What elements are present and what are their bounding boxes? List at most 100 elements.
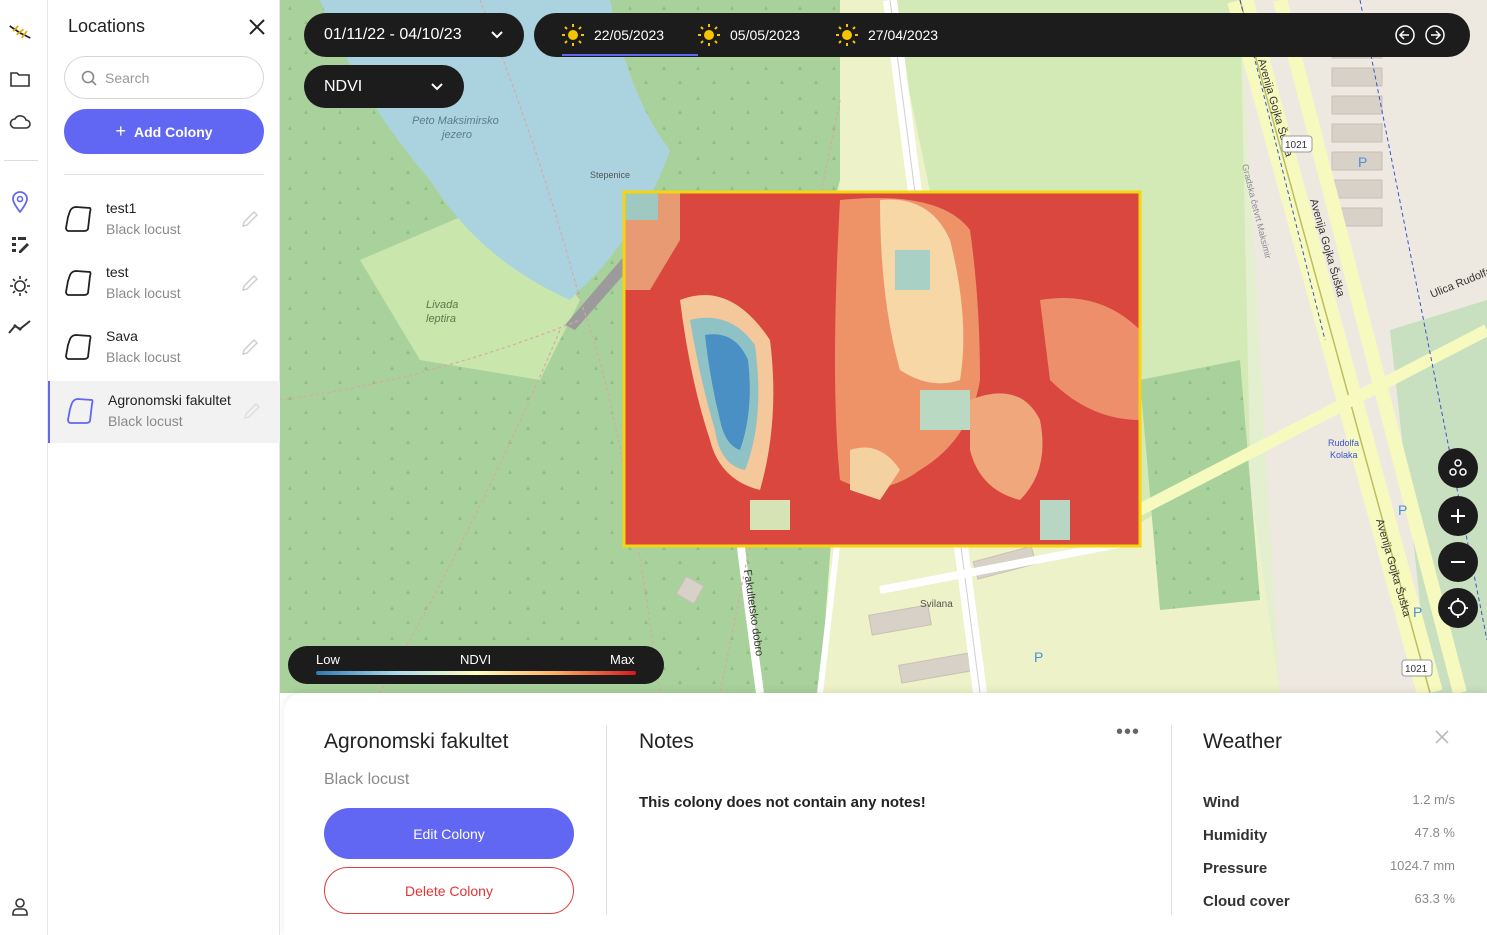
more-options-icon[interactable]: •••	[1116, 721, 1140, 744]
layers-button[interactable]	[1438, 448, 1478, 488]
weather-row-wind: Wind 1.2 m/s	[1203, 792, 1455, 812]
date-label: 27/04/2023	[868, 27, 939, 43]
close-icon[interactable]	[1432, 727, 1452, 747]
pencil-icon[interactable]	[240, 273, 260, 293]
weather-title: Weather	[1203, 730, 1282, 753]
date-tab[interactable]: 05/05/2023	[698, 13, 800, 57]
weather-row-cloud-cover: Cloud cover 63.3 %	[1203, 891, 1455, 911]
ndvi-overlay[interactable]	[622, 190, 1142, 548]
polygon-icon	[67, 398, 94, 424]
close-icon[interactable]	[246, 16, 268, 38]
index-selector[interactable]: NDVI	[304, 65, 464, 108]
weather-value: 1024.7 mm	[1389, 858, 1455, 873]
search-icon	[81, 70, 97, 86]
sun-icon	[562, 24, 584, 46]
ndvi-legend: Low NDVI Max	[288, 646, 664, 684]
location-name: Sava	[106, 328, 138, 344]
weather-row-pressure: Pressure 1024.7 mm	[1203, 858, 1455, 878]
date-range-selector[interactable]: 01/11/22 - 04/10/23	[304, 13, 524, 57]
weather-row-humidity: Humidity 47.8 %	[1203, 825, 1455, 845]
map-label-meadow-2: leptira	[426, 313, 456, 325]
chevron-down-icon	[491, 31, 503, 39]
add-colony-label: Add Colony	[133, 123, 213, 140]
location-name: test1	[106, 200, 137, 216]
map-label-meadow: Livada	[426, 299, 458, 311]
pencil-icon[interactable]	[242, 401, 262, 421]
polygon-icon	[65, 206, 92, 232]
weather-value: 1.2 m/s	[1412, 792, 1455, 807]
location-species: Black locust	[106, 285, 181, 301]
search-box	[64, 56, 264, 99]
divider	[606, 725, 607, 915]
pencil-icon[interactable]	[240, 337, 260, 357]
cloud-icon[interactable]	[8, 110, 32, 134]
folder-icon[interactable]	[8, 67, 32, 91]
rail-divider	[4, 160, 38, 161]
colony-detail-card: Agronomski fakultet Black locust Edit Co…	[284, 693, 1487, 935]
map-view[interactable]: Peto Maksimirsko jezero Livada leptira S…	[280, 0, 1487, 693]
legend-gradient	[316, 671, 636, 675]
location-name: Agronomski fakultet	[108, 392, 231, 408]
location-pin-icon[interactable]	[8, 190, 32, 214]
weather-value: 47.8 %	[1414, 825, 1455, 840]
date-label: 22/05/2023	[594, 27, 665, 43]
parking-icon: P	[1034, 649, 1043, 665]
logo-icon[interactable]	[8, 20, 32, 44]
legend-title: NDVI	[460, 652, 492, 667]
panel-title: Locations	[68, 16, 146, 36]
chevron-down-icon	[431, 82, 443, 90]
list-item[interactable]: test1 Black locust	[48, 189, 280, 251]
date-tab[interactable]: 27/04/2023	[836, 13, 938, 57]
pencil-icon[interactable]	[240, 209, 260, 229]
zoom-out-button[interactable]	[1438, 542, 1478, 582]
search-input[interactable]	[105, 69, 255, 86]
weather-label: Cloud cover	[1203, 893, 1290, 910]
polygon-icon	[65, 270, 92, 296]
index-label: NDVI	[324, 77, 363, 95]
plus-icon: +	[115, 121, 126, 141]
edit-colony-button[interactable]: Edit Colony	[324, 808, 574, 859]
user-icon[interactable]	[8, 895, 32, 919]
map-canvas[interactable]: Peto Maksimirsko jezero Livada leptira S…	[280, 0, 1487, 693]
weather-value: 63.3 %	[1414, 891, 1455, 906]
date-tab[interactable]: 22/05/2023	[562, 13, 699, 57]
location-species: Black locust	[106, 221, 181, 237]
zoom-in-button[interactable]	[1438, 496, 1478, 536]
list-item[interactable]: Sava Black locust	[48, 317, 280, 379]
notes-title: Notes	[639, 730, 694, 753]
weather-label: Wind	[1203, 794, 1240, 811]
date-label: 05/05/2023	[730, 27, 801, 43]
parking-icon: P	[1358, 154, 1367, 170]
map-label-rudolfa: Rudolfa	[1328, 438, 1359, 448]
map-label-rudolfa-2: Kolaka	[1330, 450, 1358, 460]
map-road-number: 1021	[1285, 140, 1308, 151]
locations-panel: Locations + Add Colony test1 Black locus…	[48, 0, 280, 935]
arrow-right-icon[interactable]	[1424, 24, 1446, 46]
arrow-left-icon[interactable]	[1394, 24, 1416, 46]
delete-colony-button[interactable]: Delete Colony	[324, 867, 574, 914]
location-name: test	[106, 264, 129, 280]
weather-label: Humidity	[1203, 827, 1268, 844]
list-item-active[interactable]: Agronomski fakultet Black locust	[48, 381, 280, 443]
map-road-number-2: 1021	[1405, 664, 1428, 675]
plus-icon	[1451, 509, 1465, 523]
map-label-lake-2: jezero	[440, 129, 472, 141]
trend-icon[interactable]	[8, 315, 32, 339]
add-colony-button[interactable]: + Add Colony	[64, 109, 264, 154]
edit-list-icon[interactable]	[8, 232, 32, 256]
colony-species: Black locust	[324, 771, 410, 788]
image-dates-bar: 22/05/2023 05/05/2023 27/04/2023	[534, 13, 1470, 57]
sun-icon[interactable]	[8, 274, 32, 298]
map-label-svilana: Svilana	[920, 599, 953, 610]
minus-icon	[1451, 561, 1465, 563]
polygon-icon	[65, 334, 92, 360]
legend-high: Max	[610, 652, 635, 667]
location-species: Black locust	[106, 349, 181, 365]
crosshair-icon	[1448, 598, 1468, 618]
icon-rail	[0, 0, 48, 935]
list-item[interactable]: test Black locust	[48, 253, 280, 315]
colony-title: Agronomski fakultet	[324, 730, 509, 753]
locate-button[interactable]	[1438, 588, 1478, 628]
parking-icon: P	[1413, 604, 1422, 620]
notes-text: This colony does not contain any notes!	[639, 794, 926, 811]
